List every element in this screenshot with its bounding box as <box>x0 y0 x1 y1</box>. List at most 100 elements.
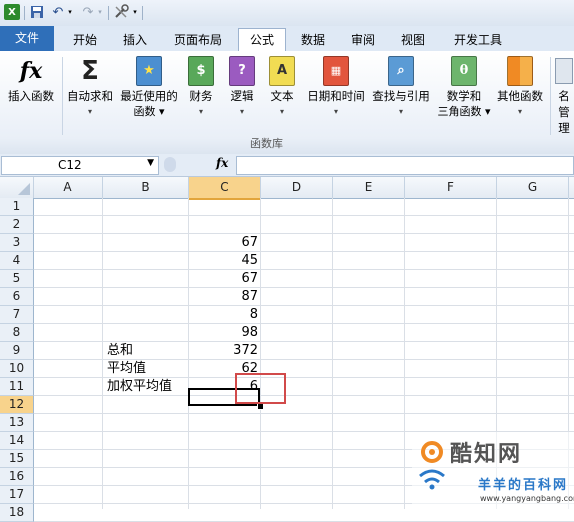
tab-formulas[interactable]: 公式 <box>238 28 286 53</box>
cell-c4[interactable]: 45 <box>190 252 258 269</box>
name-box-value: C12 <box>58 158 82 172</box>
row-header-7[interactable]: 7 <box>0 306 34 324</box>
name-manager-icon <box>555 56 573 86</box>
row-header-8[interactable]: 8 <box>0 324 34 342</box>
cell-b11[interactable]: 加权平均值 <box>107 378 172 395</box>
grid-row-line <box>33 305 574 306</box>
logical-button[interactable]: ? 逻辑 ▾ <box>225 56 259 120</box>
name-box[interactable]: C12 ▼ <box>1 156 159 175</box>
watermark-url: www.yangyangbang.com <box>480 494 574 503</box>
cell-c9[interactable]: 372 <box>190 342 258 359</box>
insert-function-fx-icon[interactable]: fx <box>216 156 228 170</box>
cell-b10[interactable]: 平均值 <box>107 360 146 377</box>
recent-functions-label: 最近使用的 <box>120 89 178 103</box>
name-manager-label: 名 <box>558 89 570 103</box>
column-header-f[interactable]: F <box>405 177 497 198</box>
tab-developer[interactable]: 开发工具 <box>445 30 511 50</box>
chevron-down-icon[interactable]: ▼ <box>147 158 154 168</box>
column-header-g[interactable]: G <box>497 177 569 198</box>
redo-icon[interactable]: ↷ <box>80 4 96 20</box>
cell-c6[interactable]: 87 <box>190 288 258 305</box>
row-header-15[interactable]: 15 <box>0 450 34 468</box>
financial-dropdown[interactable]: ▾ <box>184 104 218 120</box>
tab-data[interactable]: 数据 <box>290 30 336 50</box>
name-manager-label-2: 管理 <box>558 105 570 135</box>
row-header-14[interactable]: 14 <box>0 432 34 450</box>
row-header-6[interactable]: 6 <box>0 288 34 306</box>
highlight-annotation-box <box>235 373 286 404</box>
column-header-c[interactable]: C <box>189 177 261 200</box>
ribbon-tabs: 文件 开始 插入 页面布局 公式 数据 审阅 视图 开发工具 <box>0 26 574 53</box>
more-functions-dropdown[interactable]: ▾ <box>494 104 546 120</box>
recent-functions-label-2: 函数 ▾ <box>133 105 165 118</box>
formula-input[interactable] <box>236 156 574 175</box>
lookup-reference-button[interactable]: ⌕ 查找与引用 ▾ <box>369 56 433 120</box>
cell-c5[interactable]: 67 <box>190 270 258 287</box>
grid-column-line <box>188 198 189 509</box>
date-time-button[interactable]: ▦ 日期和时间 ▾ <box>304 56 368 120</box>
select-all-corner[interactable] <box>0 177 34 198</box>
logical-dropdown[interactable]: ▾ <box>225 104 259 120</box>
text-dropdown[interactable]: ▾ <box>265 104 299 120</box>
text-button[interactable]: A 文本 ▾ <box>265 56 299 120</box>
tab-home[interactable]: 开始 <box>62 30 108 50</box>
column-header-e[interactable]: E <box>333 177 405 198</box>
insert-function-button[interactable]: fx 插入函数 <box>2 56 60 104</box>
tab-insert[interactable]: 插入 <box>112 30 158 50</box>
more-functions-button[interactable]: 其他函数 ▾ <box>494 56 546 120</box>
cell-c7[interactable]: 8 <box>190 306 258 323</box>
grid-row-line <box>33 233 574 234</box>
date-book-icon: ▦ <box>323 56 349 86</box>
save-icon[interactable] <box>29 4 45 20</box>
row-header-16[interactable]: 16 <box>0 468 34 486</box>
row-header-12[interactable]: 12 <box>0 396 34 414</box>
logical-label: 逻辑 <box>230 89 254 103</box>
tools-icon[interactable] <box>112 4 130 20</box>
row-header-3[interactable]: 3 <box>0 234 34 252</box>
row-header-1[interactable]: 1 <box>0 198 34 216</box>
row-header-10[interactable]: 10 <box>0 360 34 378</box>
autosum-button[interactable]: Σ 自动求和 ▾ <box>64 56 116 120</box>
math-trig-button[interactable]: θ 数学和 三角函数 ▾ <box>434 56 494 120</box>
tab-view[interactable]: 视图 <box>390 30 436 50</box>
math-trig-label: 数学和 <box>446 89 482 103</box>
row-header-9[interactable]: 9 <box>0 342 34 360</box>
undo-icon[interactable]: ↶ <box>50 4 66 20</box>
cell-c3[interactable]: 67 <box>190 234 258 251</box>
fill-handle[interactable] <box>257 403 264 410</box>
row-header-17[interactable]: 17 <box>0 486 34 504</box>
quick-access-toolbar: X ↶ ▾ ↷ ▾ ▾ <box>0 0 574 27</box>
row-header-4[interactable]: 4 <box>0 252 34 270</box>
tab-page-layout[interactable]: 页面布局 <box>164 30 232 50</box>
column-header-b[interactable]: B <box>103 177 189 198</box>
lookup-reference-dropdown[interactable]: ▾ <box>369 104 433 120</box>
tab-file[interactable]: 文件 <box>0 26 54 51</box>
watermark-subtitle: 羊羊的百科网 <box>478 478 569 493</box>
column-header-d[interactable]: D <box>261 177 333 198</box>
watermark-brand: 酷知网 <box>450 442 523 467</box>
qat-customize-icon[interactable]: ▾ <box>131 4 139 20</box>
name-manager-button[interactable]: 名 管理 <box>554 56 574 136</box>
row-header-11[interactable]: 11 <box>0 378 34 396</box>
date-time-dropdown[interactable]: ▾ <box>304 104 368 120</box>
grid-column-line <box>102 198 103 509</box>
financial-button[interactable]: $ 财务 ▾ <box>184 56 218 120</box>
undo-dropdown-icon[interactable]: ▾ <box>66 4 74 20</box>
tab-review[interactable]: 审阅 <box>340 30 386 50</box>
row-header-18[interactable]: 18 <box>0 504 34 522</box>
qat-divider <box>142 6 143 20</box>
row-header-2[interactable]: 2 <box>0 216 34 234</box>
date-time-label: 日期和时间 <box>307 89 365 103</box>
row-header-13[interactable]: 13 <box>0 414 34 432</box>
redo-dropdown-icon[interactable]: ▾ <box>96 4 104 20</box>
grid-row-line <box>33 287 574 288</box>
cell-b9[interactable]: 总和 <box>107 342 133 359</box>
row-header-5[interactable]: 5 <box>0 270 34 288</box>
formula-bar-splitter[interactable] <box>164 157 176 172</box>
text-label: 文本 <box>270 89 294 103</box>
column-header-a[interactable]: A <box>33 177 103 198</box>
text-book-icon: A <box>269 56 295 86</box>
recent-functions-button[interactable]: ★ 最近使用的 函数 ▾ <box>118 56 180 120</box>
autosum-dropdown[interactable]: ▾ <box>64 104 116 120</box>
cell-c8[interactable]: 98 <box>190 324 258 341</box>
